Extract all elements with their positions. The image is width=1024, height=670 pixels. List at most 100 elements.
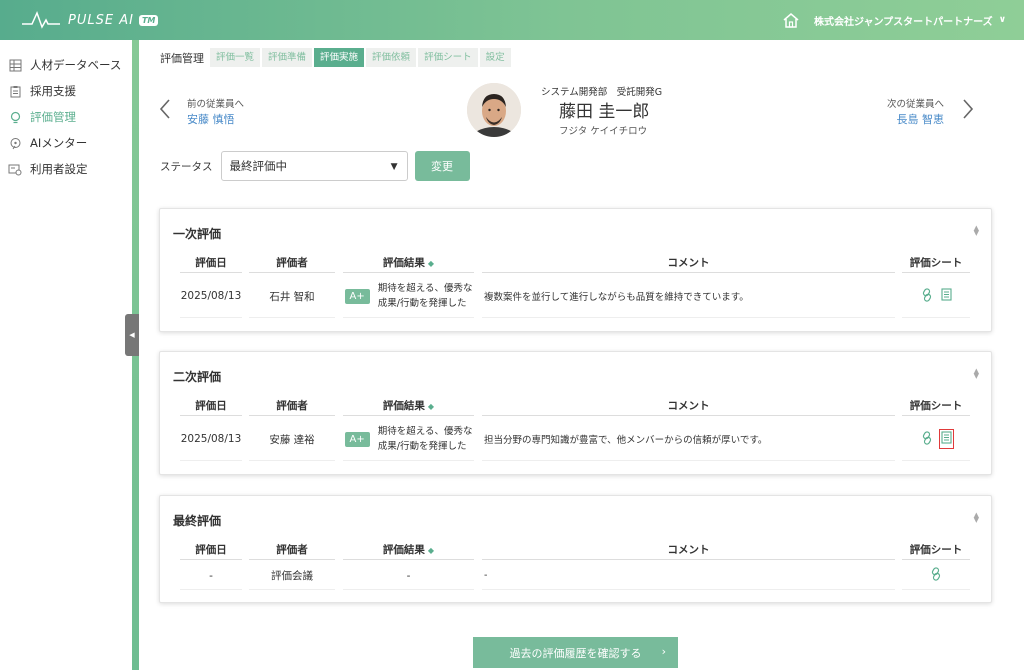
employee-avatar bbox=[467, 83, 521, 137]
chevron-right-icon: › bbox=[661, 645, 666, 658]
evaluator-name: 石井 智和 bbox=[249, 275, 335, 318]
main-content: 評価管理 評価一覧 評価準備 評価実施 評価依頼 評価シート 設定 前の従業員へ… bbox=[139, 40, 1024, 670]
sidebar-item-user-settings[interactable]: 利用者設定 bbox=[0, 156, 132, 182]
header-result[interactable]: 評価結果 ◆ bbox=[343, 542, 474, 560]
header-date: 評価日 bbox=[180, 398, 242, 416]
tab-evaluation-execution[interactable]: 評価実施 bbox=[314, 48, 365, 67]
header-result[interactable]: 評価結果 ◆ bbox=[343, 255, 474, 273]
result-line: 成果/行動を発揮した bbox=[377, 441, 467, 452]
link-icon[interactable] bbox=[921, 430, 933, 448]
sidebar-item-label: AIメンター bbox=[30, 136, 88, 150]
sort-diamond-icon: ◆ bbox=[427, 546, 435, 555]
card-title: 二次評価 bbox=[173, 370, 222, 384]
logo-badge: TM bbox=[138, 14, 159, 26]
change-status-button[interactable]: 変更 bbox=[414, 151, 470, 181]
sheet-actions bbox=[902, 562, 970, 590]
grade-badge: A+ bbox=[344, 288, 370, 304]
sheet-actions bbox=[902, 418, 970, 461]
tab-evaluation-prep[interactable]: 評価準備 bbox=[262, 48, 313, 67]
history-button-label: 過去の評価履歴を確認する bbox=[509, 646, 642, 660]
eval-comment: 担当分野の専門知識が豊富で、他メンバーからの信頼が厚いです。 bbox=[482, 418, 895, 461]
pulse-ai-logo[interactable]: PULSE AI TM bbox=[22, 10, 159, 30]
link-icon[interactable] bbox=[921, 287, 933, 305]
database-icon bbox=[8, 58, 22, 72]
status-label: ステータス bbox=[160, 160, 213, 173]
sidebar-item-label: 採用支援 bbox=[30, 84, 76, 98]
employee-navigator: 前の従業員へ 安藤 慎悟 システム開発部 受託開発G 藤田 圭一郎 フジタ ケイ… bbox=[139, 82, 1024, 142]
grade-badge: A+ bbox=[344, 431, 370, 447]
header-result-label: 評価結果 bbox=[382, 257, 425, 269]
caret-down-icon: ▼ bbox=[390, 162, 398, 172]
next-employee-label: 次の従業員へ bbox=[886, 99, 944, 110]
sort-icon[interactable]: ▲ ▼ bbox=[974, 368, 979, 380]
header-evaluator: 評価者 bbox=[249, 542, 335, 560]
result-line: 期待を超える、優秀な bbox=[377, 283, 473, 294]
header-result-label: 評価結果 bbox=[382, 544, 425, 556]
result-description: 期待を超える、優秀な 成果/行動を発揮した bbox=[378, 424, 473, 454]
header-evaluator: 評価者 bbox=[249, 255, 335, 273]
sort-icon[interactable]: ▲ ▼ bbox=[974, 512, 979, 524]
eval-result: A+ 期待を超える、優秀な 成果/行動を発揮した bbox=[343, 275, 474, 318]
eval-comment: 複数案件を並行して進行しながらも品質を維持できています。 bbox=[482, 275, 895, 318]
card-title: 一次評価 bbox=[173, 227, 222, 241]
header-evaluator: 評価者 bbox=[249, 398, 335, 416]
sidebar-collapse-button[interactable]: ◀ bbox=[125, 314, 139, 356]
company-switcher[interactable]: 株式会社ジャンプスタートパートナーズ ∨ bbox=[782, 0, 1006, 40]
sidebar-item-evaluation[interactable]: 評価管理 bbox=[0, 104, 132, 130]
eval-result: - bbox=[343, 562, 474, 590]
chevron-right-icon[interactable] bbox=[962, 98, 974, 123]
sidebar-item-recruiting[interactable]: 採用支援 bbox=[0, 78, 132, 104]
sort-diamond-icon: ◆ bbox=[427, 402, 435, 411]
status-select-value: 最終評価中 bbox=[229, 159, 288, 173]
next-employee-link[interactable]: 長島 智恵 bbox=[897, 111, 945, 127]
tab-evaluation-sheet[interactable]: 評価シート bbox=[418, 48, 478, 67]
header-sheet: 評価シート bbox=[902, 398, 970, 416]
sidebar-item-talent-database[interactable]: 人材データベース bbox=[0, 52, 132, 78]
tab-settings[interactable]: 設定 bbox=[479, 48, 511, 67]
eval-date: 2025/08/13 bbox=[180, 275, 242, 318]
header-result[interactable]: 評価結果 ◆ bbox=[343, 398, 474, 416]
header-comment: コメント bbox=[482, 542, 895, 560]
evaluator-name: 評価会議 bbox=[249, 562, 335, 590]
eval-date: 2025/08/13 bbox=[180, 418, 242, 461]
chevron-down-icon: ∨ bbox=[998, 15, 1006, 25]
sort-icon[interactable]: ▲ ▼ bbox=[974, 225, 979, 237]
tab-evaluation-list[interactable]: 評価一覧 bbox=[210, 48, 261, 67]
sidebar-item-label: 評価管理 bbox=[30, 110, 76, 124]
status-row: ステータス 最終評価中 ▼ 変更 bbox=[160, 151, 470, 181]
sheet-actions bbox=[902, 275, 970, 318]
employee-name-kana: フジタ ケイイチロウ bbox=[559, 126, 648, 137]
chevron-left-icon[interactable] bbox=[159, 98, 171, 123]
eval-result: A+ 期待を超える、優秀な 成果/行動を発揮した bbox=[343, 418, 474, 461]
caret-left-icon: ◀ bbox=[129, 331, 135, 339]
header-comment: コメント bbox=[482, 255, 895, 273]
eval-date: - bbox=[180, 562, 242, 590]
view-history-button[interactable]: 過去の評価履歴を確認する › bbox=[473, 637, 678, 668]
sidebar-item-label: 利用者設定 bbox=[30, 162, 88, 176]
pulse-wave-icon bbox=[22, 11, 60, 29]
employee-name: 藤田 圭一郎 bbox=[559, 102, 650, 122]
lightbulb-icon bbox=[8, 110, 22, 124]
header-sheet: 評価シート bbox=[902, 542, 970, 560]
user-settings-icon bbox=[8, 162, 22, 176]
tab-evaluation-request[interactable]: 評価依頼 bbox=[366, 48, 417, 67]
prev-employee-link[interactable]: 安藤 慎悟 bbox=[187, 111, 235, 127]
logo-text: PULSE AI bbox=[68, 12, 134, 28]
home-icon[interactable] bbox=[782, 12, 800, 29]
document-icon[interactable] bbox=[940, 288, 952, 304]
header-date: 評価日 bbox=[180, 542, 242, 560]
employee-department: システム開発部 受託開発G bbox=[541, 87, 663, 98]
header-date: 評価日 bbox=[180, 255, 242, 273]
result-description: 期待を超える、優秀な 成果/行動を発揮した bbox=[378, 281, 473, 311]
status-select[interactable]: 最終評価中 ▼ bbox=[220, 151, 408, 181]
sidebar-item-label: 人材データベース bbox=[30, 58, 122, 72]
clipboard-icon bbox=[8, 84, 22, 98]
second-evaluation-card: 二次評価 ▲ ▼ 評価日 評価者 評価結果 ◆ コメント 評価シート 2025/08… bbox=[159, 351, 992, 475]
document-icon[interactable] bbox=[938, 429, 954, 449]
company-name: 株式会社ジャンプスタートパートナーズ bbox=[813, 16, 993, 28]
link-icon[interactable] bbox=[930, 567, 942, 584]
first-evaluation-card: 一次評価 ▲ ▼ 評価日 評価者 評価結果 ◆ コメント 評価シート 2025/08… bbox=[159, 208, 992, 332]
ai-mentor-icon bbox=[8, 136, 22, 150]
sidebar-item-ai-mentor[interactable]: AIメンター bbox=[0, 130, 132, 156]
eval-comment: - bbox=[482, 562, 895, 590]
